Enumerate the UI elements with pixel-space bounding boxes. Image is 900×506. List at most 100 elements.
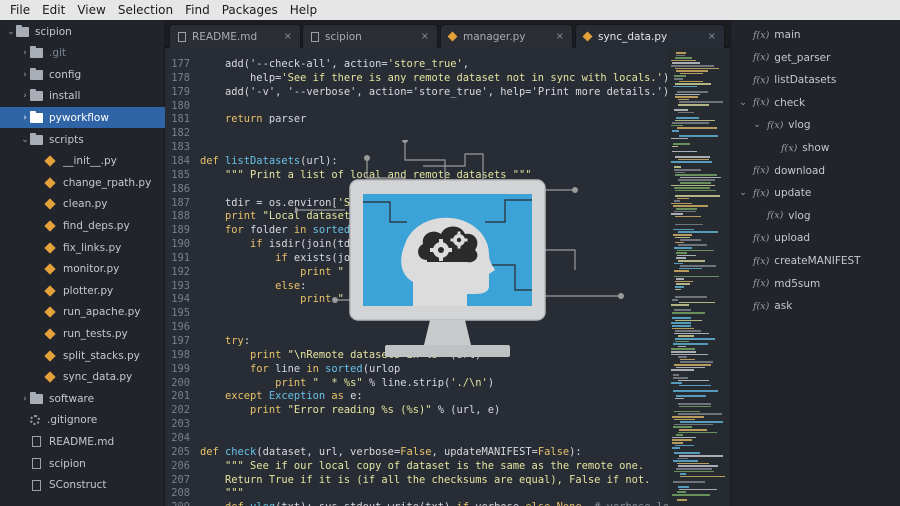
code-token: add('-v', '--verbose', action='store_tru… [225, 85, 668, 98]
chevron-icon[interactable]: ⌄ [6, 27, 16, 37]
minimap[interactable] [668, 48, 730, 506]
symbol-label: get_parser [774, 51, 831, 64]
code-token: (dataset, url, verbose= [256, 445, 401, 458]
minimap-line [678, 356, 687, 358]
tree-item[interactable]: README.md [0, 431, 165, 452]
tree-item[interactable]: › install [0, 86, 165, 107]
tree-item[interactable]: run_apache.py [0, 302, 165, 323]
menu-help[interactable]: Help [284, 0, 323, 20]
close-icon[interactable]: × [421, 31, 429, 42]
tree-item[interactable]: › pyworkflow [0, 107, 165, 129]
menu-file[interactable]: File [4, 0, 36, 20]
tab-bar: README.md × scipion × manager.py × sync_data.p… [165, 20, 730, 48]
code-line: 196 [165, 320, 668, 334]
symbol-item[interactable]: f(x) get_parser [731, 47, 830, 69]
file-icon [32, 479, 41, 491]
tree-item[interactable]: › .git [0, 43, 165, 64]
function-icon: f(x) [753, 278, 770, 290]
minimap-line [678, 403, 711, 405]
tree-item[interactable]: split_stacks.py [0, 345, 165, 366]
tree-item[interactable]: monitor.py [0, 259, 165, 280]
line-number: 193 [171, 279, 190, 292]
chevron-icon[interactable]: › [20, 394, 30, 404]
minimap-line [671, 124, 683, 127]
symbol-label: upload [774, 232, 811, 245]
tree-item[interactable]: find_deps.py [0, 215, 165, 236]
minimap-line [673, 481, 705, 483]
code-token: # verbose log [594, 501, 668, 506]
symbol-label: listDatasets [774, 74, 837, 87]
tree-item[interactable]: change_rpath.py [0, 172, 165, 193]
tree-item-label: sync_data.py [63, 371, 133, 384]
close-icon[interactable]: × [556, 31, 564, 42]
symbol-item[interactable]: f(x) download [731, 160, 825, 182]
tree-item-label: run_tests.py [63, 327, 128, 340]
chevron-icon[interactable]: › [20, 48, 30, 58]
menu-selection[interactable]: Selection [112, 0, 179, 20]
menu-edit[interactable]: Edit [36, 0, 71, 20]
minimap-line [678, 379, 709, 382]
code-token: False [400, 445, 432, 458]
tab-manager-py[interactable]: manager.py × [440, 24, 573, 48]
chevron-icon[interactable]: ⌄ [20, 135, 30, 145]
menu-find[interactable]: Find [179, 0, 216, 20]
close-icon[interactable]: × [708, 31, 716, 42]
chevron-down-icon[interactable]: ⌄ [737, 188, 749, 198]
file-icon [32, 436, 41, 448]
code-line: 198 print "\nRemote datasets in %s" [165, 348, 668, 362]
tree-item[interactable]: fix_links.py [0, 237, 165, 258]
symbol-item[interactable]: f(x) createMANIFEST [731, 250, 861, 272]
tree-item[interactable]: › software [0, 388, 165, 409]
chevron-icon[interactable]: › [20, 113, 30, 123]
tree-item[interactable]: ⌄ scipion [0, 21, 165, 42]
tab-readme-md[interactable]: README.md × [169, 24, 301, 48]
code-editor[interactable]: 177 add('--check-all', action='store_tru… [165, 48, 668, 506]
close-icon[interactable]: × [284, 31, 292, 42]
tree-item[interactable]: › config [0, 64, 165, 85]
minimap-line [676, 395, 706, 397]
symbol-item[interactable]: f(x) vlog [731, 205, 811, 227]
tree-item[interactable]: ⌄ scripts [0, 129, 165, 150]
symbol-item[interactable]: f(x) listDatasets [731, 69, 836, 91]
tree-item[interactable]: plotter.py [0, 280, 165, 301]
code-line: 202 print "Error reading %s (%s)" % (url… [165, 403, 668, 417]
symbol-item[interactable]: f(x) upload [731, 227, 810, 249]
symbol-item[interactable]: f(x) show [731, 137, 829, 159]
chevron-icon[interactable]: › [20, 91, 30, 101]
symbol-item[interactable]: ⌄ f(x) update [731, 182, 811, 204]
symbol-item[interactable]: ⌄ f(x) check [731, 92, 805, 114]
code-text: return parser [200, 112, 306, 126]
tree-item-label: .git [49, 47, 67, 60]
chevron-icon[interactable]: › [20, 70, 30, 80]
minimap-line [676, 468, 712, 470]
chevron-down-icon[interactable]: ⌄ [737, 98, 749, 108]
tree-item[interactable]: sync_data.py [0, 367, 165, 388]
tree-item[interactable]: run_tests.py [0, 323, 165, 344]
tree-item[interactable]: .gitignore [0, 410, 165, 431]
tree-item[interactable]: clean.py [0, 194, 165, 215]
tab-sync_data-py[interactable]: sync_data.py × [575, 24, 725, 48]
symbol-label: vlog [788, 119, 811, 132]
minimap-line [675, 195, 720, 197]
line-number: 207 [171, 473, 190, 486]
tree-item[interactable]: scipion [0, 453, 165, 474]
code-token: print [250, 404, 288, 417]
menu-packages[interactable]: Packages [216, 0, 284, 20]
symbol-item[interactable]: f(x) ask [731, 295, 792, 317]
chevron-down-icon[interactable]: ⌄ [751, 120, 763, 130]
code-token: add('--check-all', action= [225, 58, 388, 70]
symbol-item[interactable]: f(x) md5sum [731, 273, 820, 295]
code-token: try [225, 335, 244, 347]
tree-item[interactable]: SConstruct [0, 475, 165, 496]
folder-icon [16, 24, 29, 37]
tab-scipion[interactable]: scipion × [302, 24, 438, 48]
code-token: % line.strip( [362, 376, 451, 389]
symbol-item[interactable]: ⌄ f(x) vlog [731, 114, 811, 136]
code-token: print [275, 376, 313, 389]
minimap-line [677, 254, 696, 257]
code-line: 193 else: [165, 279, 668, 293]
menu-view[interactable]: View [71, 0, 111, 20]
tree-item[interactable]: __init__.py [0, 151, 165, 172]
symbol-item[interactable]: f(x) main [731, 24, 801, 46]
